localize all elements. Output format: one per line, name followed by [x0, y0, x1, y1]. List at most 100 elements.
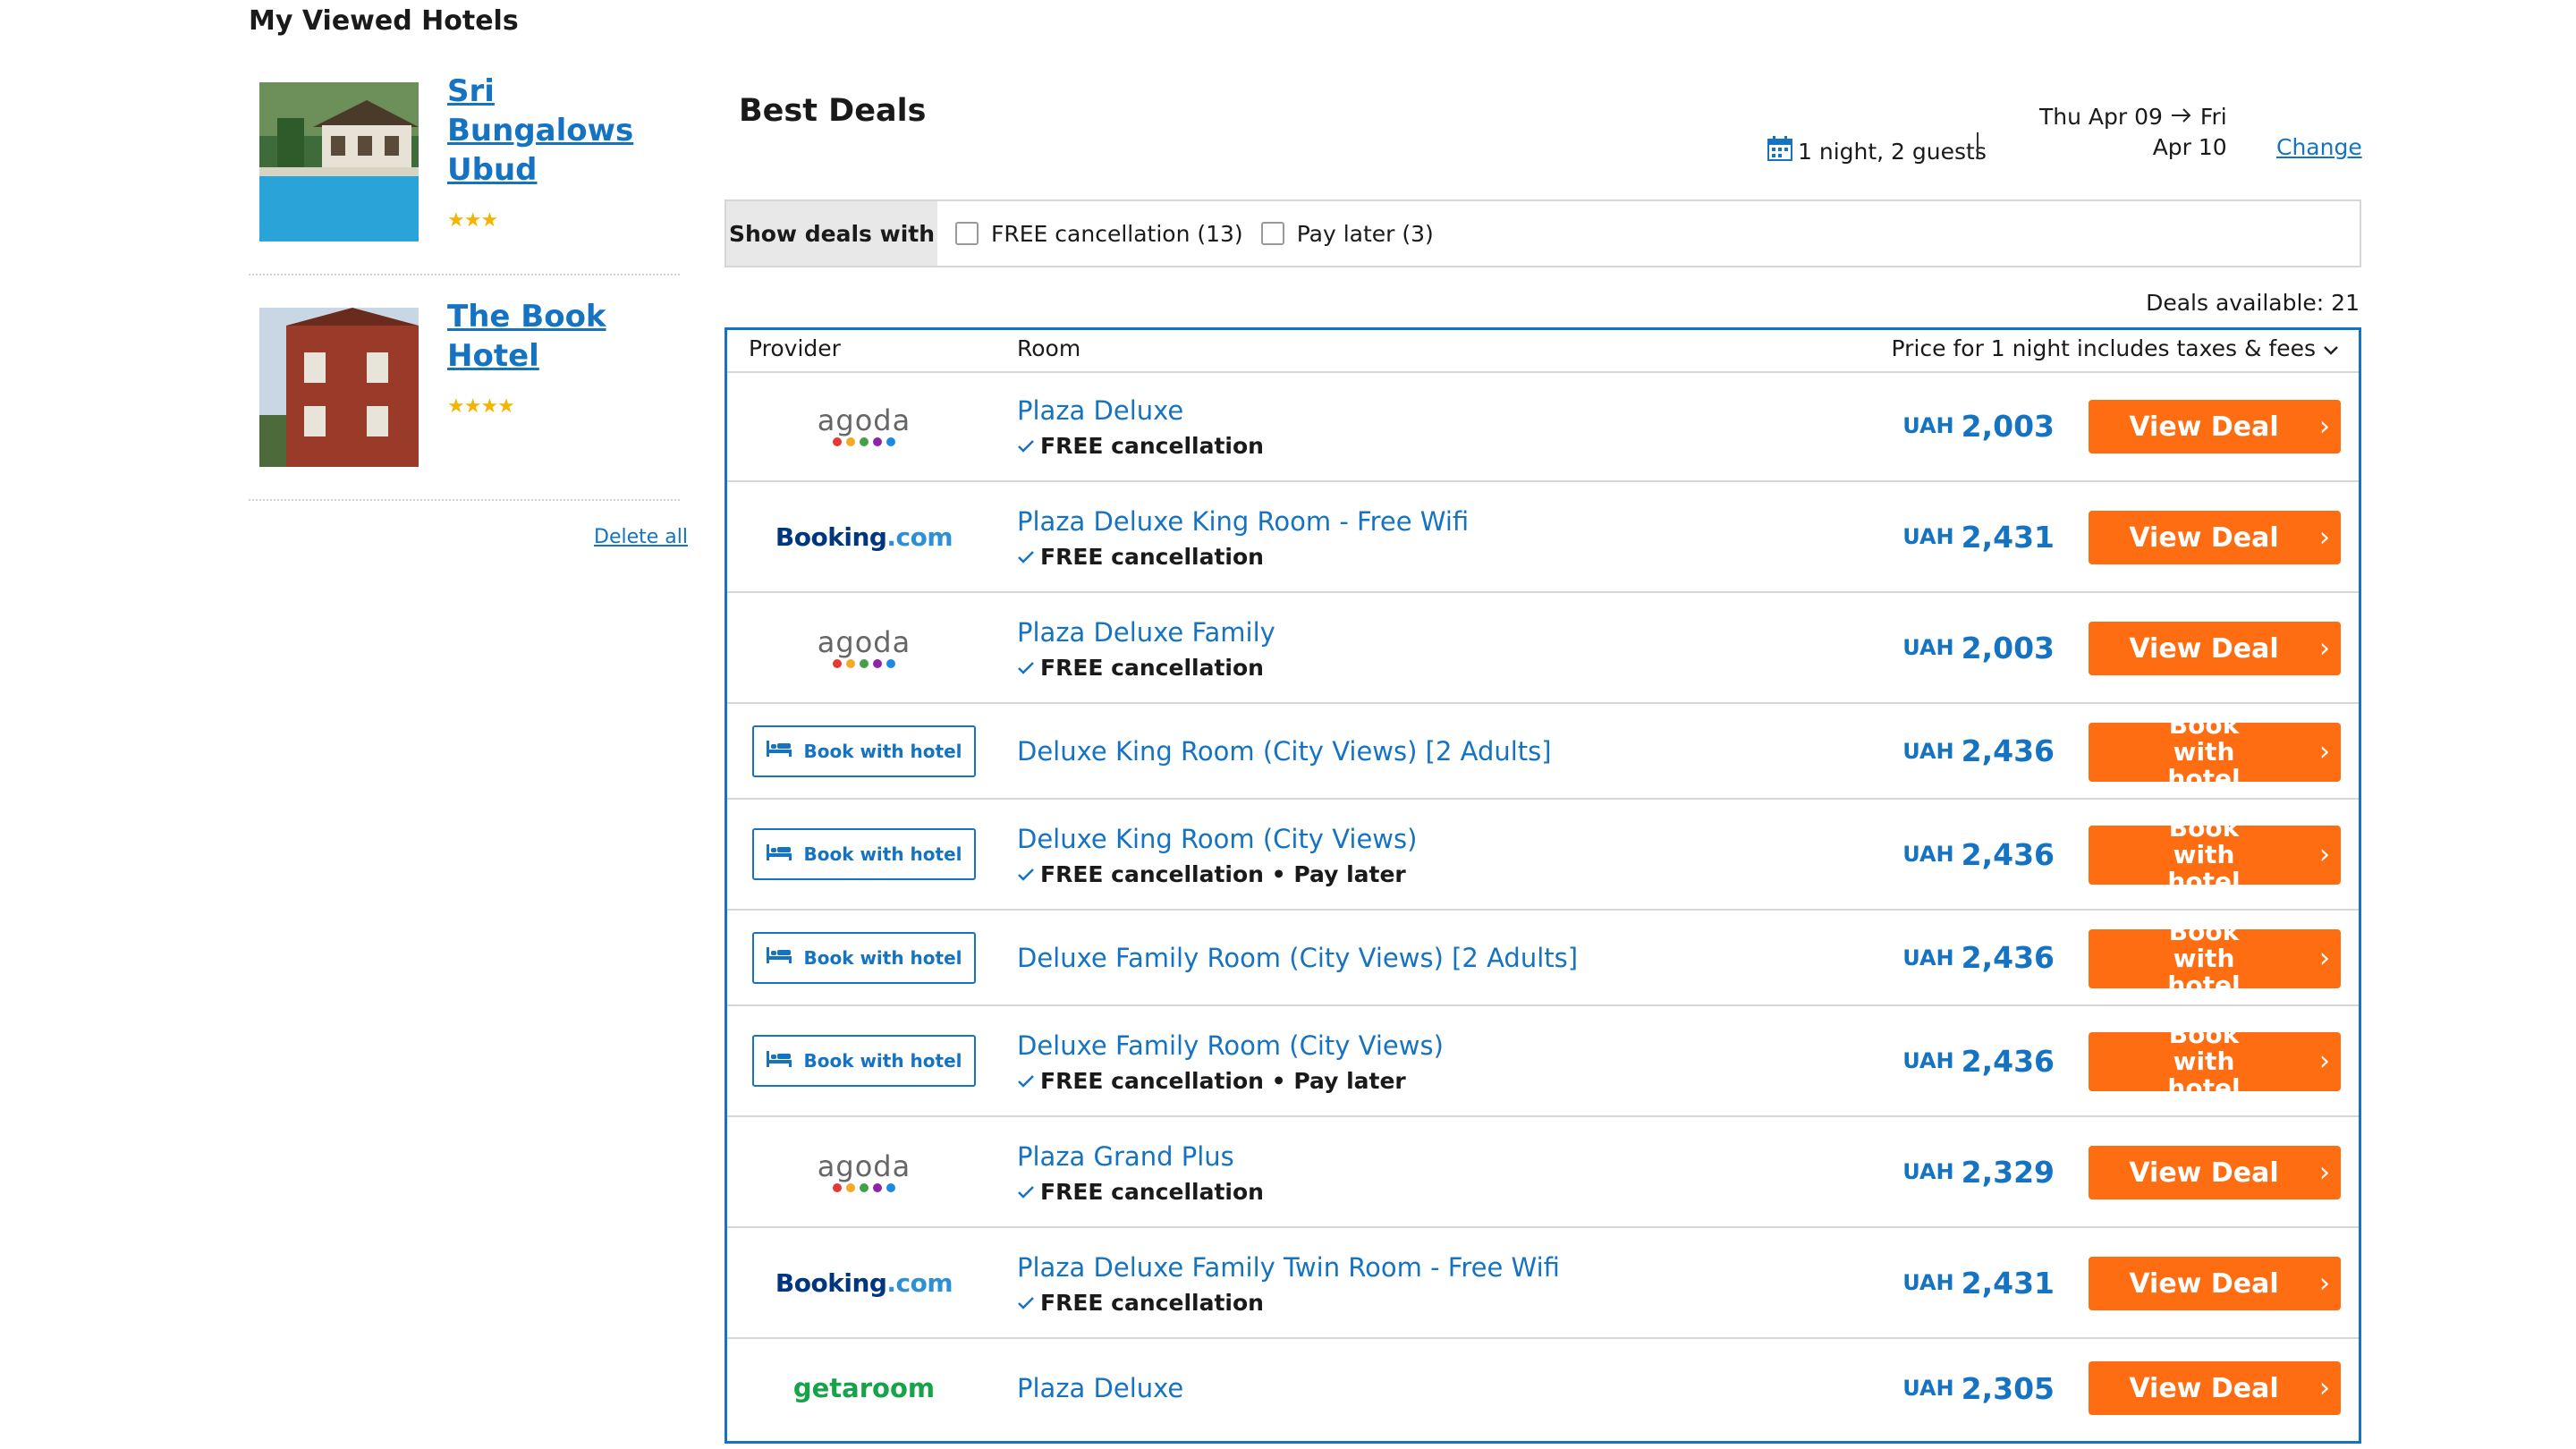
filter-free-cancellation[interactable]: FREE cancellation (13): [955, 221, 1243, 247]
chevron-right-icon: ›: [2319, 1267, 2330, 1300]
deal-price: UAH 2,431: [1902, 1228, 2055, 1337]
view-deal-button[interactable]: View Deal ›: [2089, 511, 2341, 564]
change-dates-link[interactable]: Change: [2276, 134, 2362, 160]
price-currency: UAH: [1902, 1376, 1954, 1401]
nights-guests-text: 1 night, 2 guests: [1798, 138, 1987, 165]
room-cell: Plaza Deluxe FREE cancellation: [1017, 371, 1264, 480]
room-cell: Deluxe Family Room (City Views) FREE canc…: [1017, 1006, 1444, 1115]
delete-all-link[interactable]: Delete all: [594, 526, 688, 548]
deal-row: Booking.com Plaza Deluxe Family Twin Room…: [727, 1228, 2359, 1339]
deal-button-label: View Deal: [2129, 1267, 2279, 1300]
chevron-right-icon: ›: [2319, 411, 2330, 443]
deal-button-label: Book with hotel: [2167, 1020, 2241, 1103]
perks-text: FREE cancellation • Pay later: [1040, 860, 1406, 887]
getaroom-logo: getaroom: [792, 1373, 936, 1403]
book-with-hotel-label: Book with hotel: [803, 740, 962, 762]
room-cell: Plaza Deluxe Family FREE cancellation: [1017, 593, 1275, 702]
bed-icon: [766, 739, 792, 763]
book-with-hotel-label: Book with hotel: [803, 843, 962, 865]
price-currency: UAH: [1902, 1159, 1954, 1184]
booking-logo: Booking.com: [775, 522, 953, 552]
agoda-logo: agoda: [818, 627, 911, 668]
perks-text: FREE cancellation: [1040, 543, 1264, 570]
room-name-link[interactable]: Plaza Deluxe: [1017, 1371, 1183, 1405]
room-name-link[interactable]: Deluxe King Room (City Views) [2 Adults]: [1017, 734, 1552, 768]
deal-price: UAH 2,436: [1902, 704, 2055, 798]
agoda-logo: agoda: [818, 405, 911, 446]
agoda-dots-icon: [832, 1183, 895, 1192]
room-name-link[interactable]: Plaza Deluxe Family Twin Room - Free Wif…: [1017, 1250, 1560, 1284]
agoda-logo: agoda: [818, 1151, 911, 1192]
price-amount: 2,003: [1961, 408, 2055, 444]
booking-wordmark: Booking: [775, 521, 887, 552]
viewed-hotel-link[interactable]: The Book Hotel: [447, 297, 662, 376]
deal-price: UAH 2,329: [1902, 1117, 2055, 1226]
book-with-hotel-label: Book with hotel: [803, 946, 962, 969]
room-name-link[interactable]: Deluxe Family Room (City Views): [1017, 1029, 1444, 1063]
room-name-link[interactable]: Deluxe Family Room (City Views) [2 Adult…: [1017, 941, 1578, 975]
room-cell: Deluxe Family Room (City Views) [2 Adult…: [1017, 911, 1578, 1004]
agoda-wordmark: agoda: [817, 1149, 911, 1183]
filter-option-label: FREE cancellation (13): [991, 220, 1243, 247]
check-in-date: Thu Apr 09: [2039, 104, 2163, 130]
filter-pay-later[interactable]: Pay later (3): [1260, 221, 1434, 247]
view-deal-button[interactable]: View Deal ›: [2089, 1361, 2341, 1415]
chevron-right-icon: ›: [2319, 839, 2330, 870]
perks-text: FREE cancellation: [1040, 1178, 1264, 1205]
room-perks: FREE cancellation • Pay later: [1017, 1068, 1444, 1094]
deal-button-label: View Deal: [2129, 521, 2279, 554]
book-with-hotel-badge[interactable]: Book with hotel: [752, 724, 976, 777]
room-name-link[interactable]: Plaza Grand Plus: [1017, 1140, 1264, 1174]
price-amount: 2,329: [1961, 1154, 2055, 1190]
column-header-price: Price for 1 night includes taxes & fees: [1891, 335, 2316, 361]
calendar-icon: [1766, 134, 1794, 168]
hotel-thumbnail[interactable]: [259, 82, 419, 242]
deals-table: Provider Room Price for 1 night includes…: [724, 327, 2361, 1444]
view-deal-button[interactable]: View Deal ›: [2089, 622, 2341, 675]
room-cell: Plaza Deluxe Family Twin Room - Free Wif…: [1017, 1228, 1560, 1337]
perks-text: FREE cancellation: [1040, 432, 1264, 459]
book-with-hotel-badge[interactable]: Book with hotel: [752, 931, 976, 984]
deal-button-label: Book with hotel: [2167, 709, 2241, 793]
check-out-day: Fri: [2199, 104, 2227, 130]
deals-available-count: Deals available: 21: [2146, 290, 2360, 316]
pay-later-checkbox[interactable]: [1260, 222, 1284, 245]
view-deal-button[interactable]: View Deal ›: [2089, 1257, 2341, 1310]
view-deal-button[interactable]: View Deal ›: [2089, 400, 2341, 453]
chevron-right-icon: ›: [2319, 521, 2330, 554]
chevron-right-icon: ›: [2319, 1372, 2330, 1404]
book-with-hotel-badge[interactable]: Book with hotel: [752, 828, 976, 880]
chevron-down-icon: [2323, 335, 2339, 361]
room-name-link[interactable]: Plaza Deluxe King Room - Free Wifi: [1017, 504, 1469, 538]
view-deal-button[interactable]: View Deal ›: [2089, 1146, 2341, 1199]
provider-cell: agoda: [727, 593, 1001, 702]
checkmark-icon: [1017, 1068, 1035, 1094]
price-amount: 2,436: [1961, 733, 2055, 768]
room-name-link[interactable]: Plaza Deluxe Family: [1017, 615, 1275, 649]
arrow-right-icon: [2170, 102, 2193, 132]
deal-button-label: View Deal: [2129, 1372, 2279, 1404]
room-name-link[interactable]: Plaza Deluxe: [1017, 394, 1264, 428]
star-rating: ★★★★: [447, 395, 515, 418]
price-sort-dropdown[interactable]: Price for 1 night includes taxes & fees: [1892, 335, 2339, 361]
provider-cell: agoda: [727, 1117, 1001, 1226]
hotel-thumbnail[interactable]: [259, 308, 419, 467]
book-with-hotel-button[interactable]: Book with hotel ›: [2089, 1021, 2341, 1102]
room-perks: FREE cancellation: [1017, 1290, 1560, 1316]
deal-price: UAH 2,436: [1902, 911, 2055, 1004]
viewed-hotel-link[interactable]: Sri Bungalows Ubud: [447, 72, 662, 190]
price-amount: 2,436: [1961, 940, 2055, 975]
checkmark-icon: [1017, 433, 1035, 459]
provider-cell: Book with hotel: [727, 704, 1001, 798]
room-name-link[interactable]: Deluxe King Room (City Views): [1017, 822, 1417, 856]
book-with-hotel-button[interactable]: Book with hotel ›: [2089, 711, 2341, 792]
price-currency: UAH: [1902, 738, 1954, 764]
book-with-hotel-button[interactable]: Book with hotel ›: [2089, 918, 2341, 998]
viewed-hotel-card: The Book Hotel ★★★★: [249, 288, 680, 501]
free-cancellation-checkbox[interactable]: [955, 222, 979, 245]
book-with-hotel-badge[interactable]: Book with hotel: [752, 1035, 976, 1087]
price-amount: 2,431: [1961, 1265, 2055, 1301]
column-header-room: Room: [1017, 335, 1081, 361]
chevron-right-icon: ›: [2319, 1046, 2330, 1077]
book-with-hotel-button[interactable]: Book with hotel ›: [2089, 815, 2341, 895]
